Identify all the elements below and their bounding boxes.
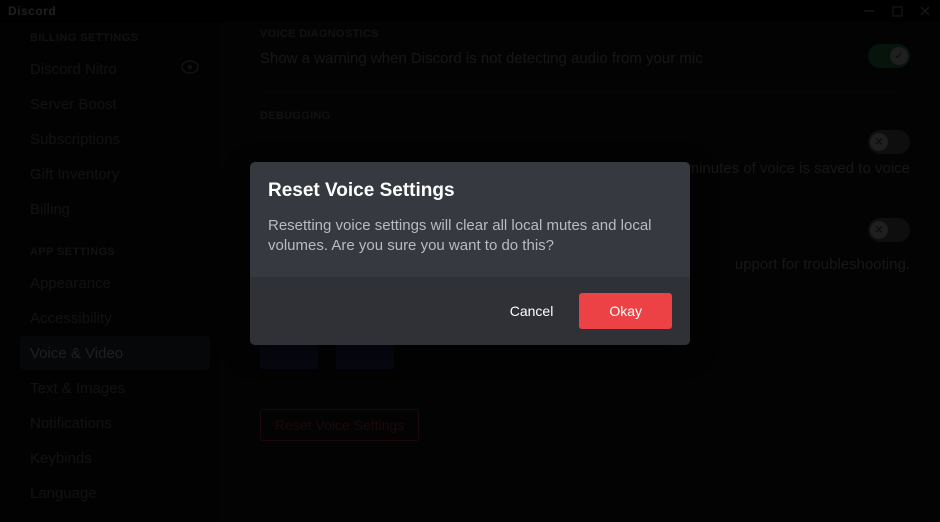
modal-body-text: Resetting voice settings will clear all … bbox=[268, 216, 672, 257]
cancel-button[interactable]: Cancel bbox=[506, 297, 558, 325]
okay-button[interactable]: Okay bbox=[579, 293, 672, 329]
reset-voice-modal: Reset Voice Settings Resetting voice set… bbox=[250, 162, 690, 345]
modal-title: Reset Voice Settings bbox=[268, 180, 672, 202]
modal-overlay[interactable]: Reset Voice Settings Resetting voice set… bbox=[0, 0, 940, 522]
